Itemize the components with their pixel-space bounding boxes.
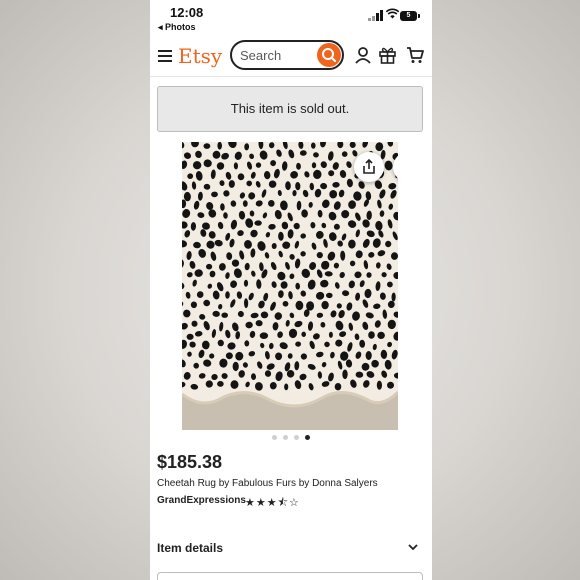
hamburger-menu-icon[interactable] — [158, 50, 172, 62]
search-bar[interactable] — [230, 40, 344, 70]
wifi-icon — [386, 8, 399, 19]
site-header: Etsy — [150, 36, 432, 77]
item-details-heading[interactable]: Item details — [157, 541, 223, 555]
carousel-indicator[interactable] — [150, 435, 432, 443]
cellular-signal-icon — [368, 10, 384, 21]
product-image[interactable] — [182, 142, 398, 430]
etsy-logo[interactable]: Etsy — [178, 44, 222, 68]
search-button[interactable] — [317, 43, 341, 67]
status-time: 12:08 — [170, 5, 204, 20]
sold-out-banner: This item is sold out. — [157, 86, 423, 132]
carousel-dot[interactable] — [283, 435, 288, 440]
search-icon — [322, 48, 337, 63]
status-bar: 12:08 ◂ Photos 5 — [150, 0, 432, 36]
product-title: Cheetah Rug by Fabulous Furs by Donna Sa… — [157, 478, 378, 489]
carousel-dot[interactable] — [294, 435, 299, 440]
phone-screen: 12:08 ◂ Photos 5 Etsy Search This item i… — [150, 0, 432, 580]
product-price: $185.38 — [157, 452, 223, 472]
back-to-photos-link[interactable]: ◂ Photos — [158, 22, 196, 33]
share-icon — [363, 158, 375, 174]
heart-icon — [393, 152, 398, 182]
battery-icon: 5 — [400, 11, 420, 21]
chevron-down-icon[interactable] — [408, 543, 418, 551]
search-input[interactable] — [240, 47, 312, 63]
share-button[interactable] — [354, 152, 384, 182]
account-icon[interactable] — [355, 46, 371, 64]
carousel-dot[interactable] — [305, 435, 310, 440]
gift-icon[interactable] — [379, 46, 396, 64]
carousel-dot[interactable] — [272, 435, 277, 440]
cart-icon[interactable] — [406, 46, 424, 64]
favorite-button[interactable] — [393, 152, 398, 182]
next-section-box — [157, 572, 423, 580]
cheetah-rug-photo — [182, 142, 398, 430]
shop-name-link[interactable]: GrandExpressions — [157, 495, 246, 506]
rating-stars: ★★★⯪☆ — [245, 497, 300, 509]
